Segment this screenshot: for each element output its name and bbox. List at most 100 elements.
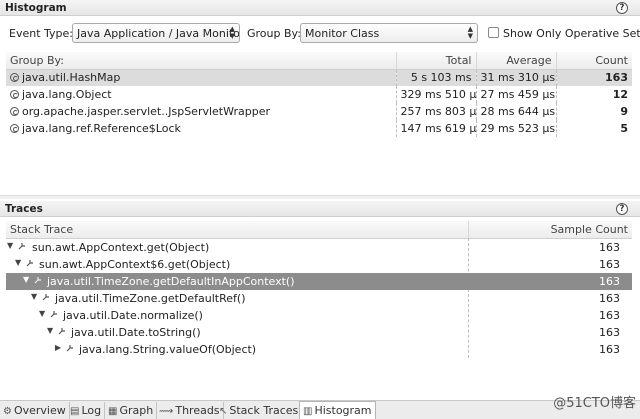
method-icon (66, 345, 73, 352)
row-total: 147 ms 619 µs (396, 120, 477, 137)
tab-graph[interactable]: ▦ Graph (105, 402, 158, 419)
histogram-panel-header: Histogram ? (0, 0, 640, 16)
row-average: 28 ms 644 µs (476, 103, 557, 120)
panel-splitter[interactable] (0, 195, 640, 199)
select-arrows-icon: ▲ ▼ (467, 25, 473, 40)
group-by-select[interactable]: Monitor Class ▲ ▼ (300, 23, 478, 43)
event-type-select[interactable]: Java Application / Java Monitor ▲ ▼ (72, 23, 240, 43)
tab-overview[interactable]: ⚙ Overview (0, 402, 70, 419)
class-icon (10, 73, 19, 83)
histogram-title: Histogram (5, 2, 67, 14)
trace-count: 163 (599, 241, 620, 254)
expanded-icon: ▼ (23, 275, 30, 284)
tab-label: Log (81, 404, 102, 417)
group-by-value: Monitor Class (305, 27, 380, 40)
class-icon (10, 124, 19, 133)
trace-text: java.util.Date.normalize() (63, 309, 203, 322)
trace-row[interactable]: ▼ java.util.TimeZone.getDefaultRef() 163 (6, 290, 632, 307)
expanded-icon: ▼ (47, 326, 54, 335)
column-header-stack-trace[interactable]: Stack Trace (6, 221, 469, 239)
trace-text: java.util.TimeZone.getDefaultRef() (55, 292, 246, 305)
table-row[interactable]: org.apache.jasper.servlet..JspServletWra… (6, 103, 632, 120)
row-count: 9 (620, 105, 628, 118)
select-arrows-icon: ▲ ▼ (229, 25, 235, 40)
traces-table-header: Stack Trace Sample Count (6, 221, 632, 239)
column-header-average[interactable]: Average (476, 52, 557, 70)
method-icon (34, 277, 41, 284)
stack-traces-icon: ↖ (219, 406, 228, 417)
row-average: 31 ms 310 µs (476, 69, 557, 86)
bottom-tab-bar: ⚙ Overview ▤ Log ▦ Graph ⟿ Threads ↖ Stack Tr… (0, 400, 640, 419)
trace-row[interactable]: ▶ java.lang.String.valueOf(Object) 163 (6, 341, 632, 358)
trace-count: 163 (599, 275, 620, 288)
tab-label: Graph (119, 404, 154, 417)
histogram-toolbar: Event Type: Java Application / Java Moni… (0, 22, 640, 46)
expanded-icon: ▼ (7, 241, 14, 250)
help-icon[interactable]: ? (616, 203, 628, 215)
event-type-value: Java Application / Java Monitor (77, 27, 240, 40)
method-icon (50, 311, 57, 318)
show-only-operative-set-checkbox[interactable] (488, 27, 499, 38)
trace-count: 163 (599, 326, 620, 339)
row-name: java.lang.Object (22, 88, 112, 101)
method-icon (42, 294, 49, 301)
method-icon (18, 243, 25, 250)
trace-text: java.util.Date.toString() (71, 326, 201, 339)
collapsed-icon: ▶ (55, 343, 62, 352)
row-name: org.apache.jasper.servlet..JspServletWra… (22, 105, 271, 118)
traces-panel-header: Traces ? (0, 201, 640, 217)
row-count: 163 (556, 69, 632, 86)
table-row[interactable]: java.lang.Object 329 ms 510 µs 27 ms 459… (6, 86, 632, 103)
tab-label: Stack Traces (229, 404, 299, 417)
class-icon (10, 90, 19, 99)
histogram-icon: ▥ (303, 406, 313, 417)
tab-histogram[interactable]: ▥ Histogram (299, 401, 376, 419)
trace-row[interactable]: ▼ sun.awt.AppContext$6.get(Object) 163 (6, 256, 632, 273)
event-type-label: Event Type: (9, 27, 73, 40)
show-only-operative-set-label: Show Only Operative Set (503, 27, 640, 40)
column-header-group-by[interactable]: Group By: (6, 52, 397, 70)
trace-text: java.lang.String.valueOf(Object) (79, 343, 257, 356)
table-row[interactable]: java.util.HashMap 5 s 103 ms 31 ms 310 µ… (6, 69, 632, 86)
trace-row[interactable]: ▼ sun.awt.AppContext.get(Object) 163 (6, 239, 632, 256)
watermark: @51CTO博客 (553, 396, 636, 411)
histogram-table: Group By: Total Average Count java.util.… (6, 52, 632, 137)
row-name: java.lang.ref.Reference$Lock (22, 122, 181, 135)
group-by-label: Group By: (247, 27, 301, 40)
tab-label: Histogram (314, 404, 372, 417)
expanded-icon: ▼ (31, 292, 38, 301)
column-header-total[interactable]: Total (396, 52, 477, 70)
column-header-sample-count[interactable]: Sample Count (468, 221, 632, 239)
trace-row[interactable]: ▼ java.util.Date.toString() 163 (6, 324, 632, 341)
table-row[interactable]: java.lang.ref.Reference$Lock 147 ms 619 … (6, 120, 632, 137)
row-count: 12 (612, 88, 628, 101)
tab-threads[interactable]: ⟿ Threads (156, 402, 224, 419)
row-average: 27 ms 459 µs (476, 86, 557, 103)
row-average: 29 ms 523 µs (476, 120, 557, 137)
trace-row[interactable]: ▼ java.util.Date.normalize() 163 (6, 307, 632, 324)
trace-count: 163 (599, 309, 620, 322)
expanded-icon: ▼ (39, 309, 46, 318)
tab-label: Threads (175, 404, 220, 417)
method-icon (58, 328, 65, 335)
tab-log[interactable]: ▤ Log (67, 402, 106, 419)
row-total: 257 ms 803 µs (396, 103, 477, 120)
gear-icon: ⚙ (3, 406, 12, 417)
trace-count: 163 (599, 258, 620, 271)
expanded-icon: ▼ (15, 258, 22, 267)
graph-icon: ▦ (108, 406, 118, 417)
column-header-count[interactable]: Count (556, 52, 632, 70)
log-icon: ▤ (70, 406, 80, 417)
tab-stack-traces[interactable]: ↖ Stack Traces (216, 402, 303, 419)
help-icon[interactable]: ? (616, 2, 628, 14)
trace-row-selected[interactable]: ▼ java.util.TimeZone.getDefaultInAppCont… (6, 273, 632, 290)
histogram-header-row: Group By: Total Average Count (6, 52, 632, 70)
traces-title: Traces (5, 203, 43, 215)
row-count: 5 (620, 122, 628, 135)
method-icon (26, 260, 33, 267)
row-name: java.util.HashMap (22, 71, 121, 85)
trace-text: java.util.TimeZone.getDefaultInAppContex… (47, 275, 295, 288)
row-total: 329 ms 510 µs (396, 86, 477, 103)
trace-text: sun.awt.AppContext.get(Object) (32, 241, 210, 254)
class-icon (10, 107, 19, 116)
